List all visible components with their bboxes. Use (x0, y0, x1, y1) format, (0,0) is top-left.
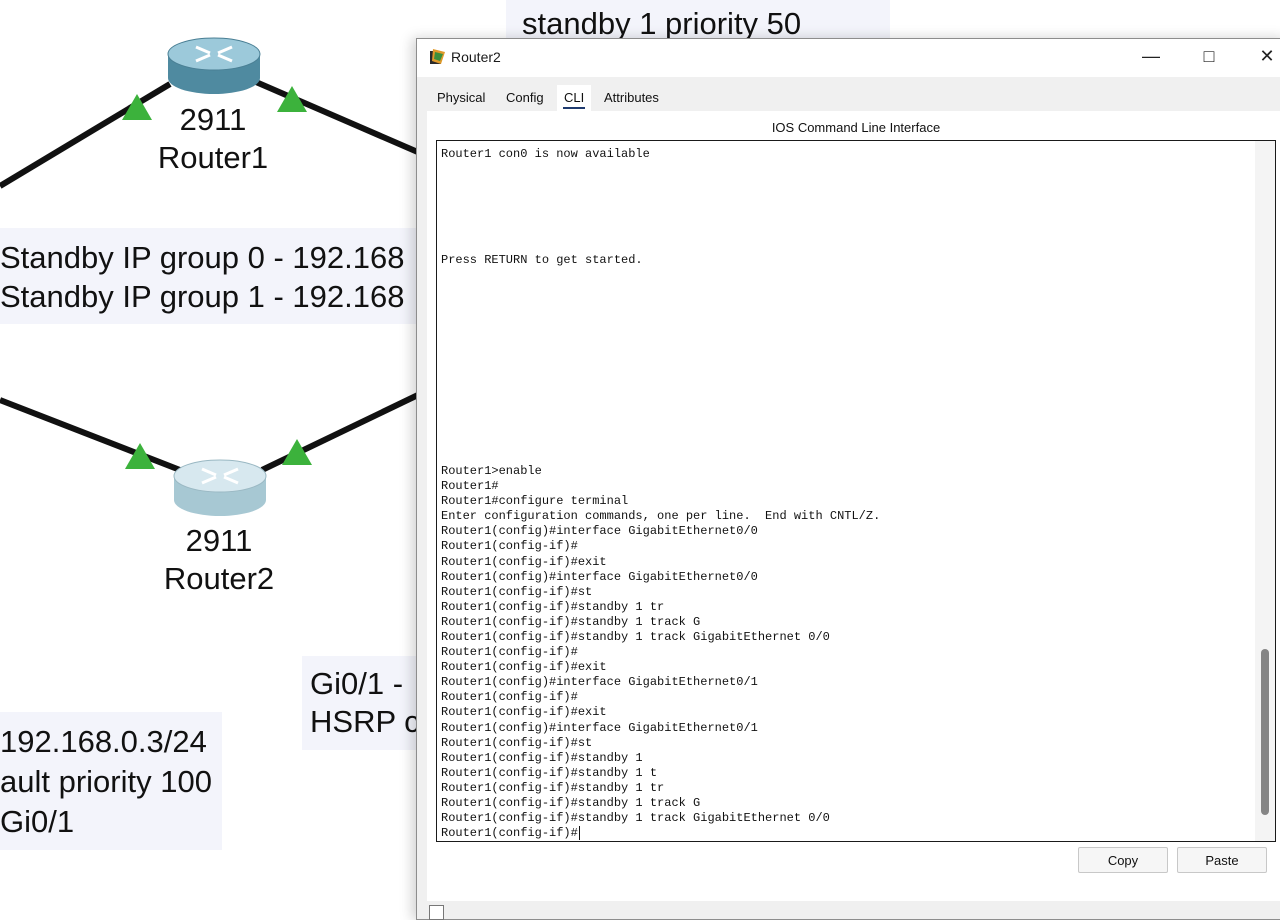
port-up-indicator (282, 439, 312, 465)
active-tab-underline (563, 107, 586, 109)
note-top[interactable]: standby 1 priority 50 (506, 0, 890, 38)
console-line: Router1#configure terminal (441, 494, 629, 509)
packet-tracer-icon (430, 49, 445, 64)
note-router2-config[interactable]: 192.168.0.3/24 ault priority 100 Gi0/1 (0, 712, 222, 850)
tab-cli[interactable]: CLI (557, 85, 592, 111)
note-top-text: standby 1 priority 50 (522, 6, 802, 38)
window-title: Router2 (451, 49, 501, 65)
maximize-button[interactable]: □ (1181, 39, 1237, 77)
router1-model: 2911 (179, 102, 247, 137)
cli-console[interactable]: Router1 con0 is now available Press RETUR… (436, 140, 1276, 842)
console-line: Enter configuration commands, one per li… (441, 509, 881, 524)
note-standby-groups[interactable]: Standby IP group 0 - 192.168 Standby IP … (0, 228, 418, 324)
paste-button[interactable]: Paste (1177, 847, 1267, 873)
console-line: Router1(config-if)#standby 1 tr (441, 599, 665, 614)
router1-icon[interactable] (164, 34, 264, 100)
console-line: Router1(config-if)#standby 1 track G (441, 614, 701, 629)
console-line: Router1>enable (441, 463, 542, 478)
note-gi01[interactable]: Gi0/1 - HSRP c (302, 656, 420, 750)
console-line: Router1(config-if)#standby 1 (441, 750, 643, 765)
minimize-button[interactable]: — (1123, 39, 1179, 77)
tab-attributes[interactable]: Attributes (597, 85, 666, 111)
console-line: Router1(config-if)#exit (441, 660, 607, 675)
note-line: Standby IP group 0 - 192.168 (0, 240, 405, 275)
link-router2-left[interactable] (0, 397, 182, 473)
scrollbar-thumb[interactable] (1261, 649, 1269, 815)
router2-model: 2911 (185, 523, 253, 558)
console-line: Router1(config)#interface GigabitEtherne… (441, 569, 758, 584)
note-line: Gi0/1 - (310, 666, 404, 701)
console-line: Router1(config)#interface GigabitEtherne… (441, 675, 758, 690)
console-line: Router1(config-if)#st (441, 735, 593, 750)
console-scrollbar[interactable] (1255, 141, 1275, 841)
note-line: 192.168.0.3/24 (0, 724, 207, 759)
note-line: ault priority 100 (0, 764, 212, 799)
console-line: Router1(config-if)# (441, 690, 578, 705)
router1-name: Router1 (157, 140, 269, 175)
text-cursor: ​ (578, 826, 580, 841)
console-line: Router1(config-if)#standby 1 tr (441, 780, 665, 795)
console-line: Router1# (441, 479, 499, 494)
close-button[interactable]: ✕ (1239, 39, 1280, 77)
window-titlebar[interactable]: Router2 — □ ✕ (417, 39, 1280, 77)
tab-physical[interactable]: Physical (430, 85, 492, 111)
close-icon: ✕ (1259, 46, 1275, 66)
console-line: Router1(config-if)#st (441, 584, 593, 599)
router2-name: Router2 (163, 561, 275, 596)
copy-button[interactable]: Copy (1078, 847, 1168, 873)
note-line: Standby IP group 1 - 192.168 (0, 279, 405, 314)
console-line: Router1(config-if)#standby 1 track Gigab… (441, 811, 830, 826)
note-line: Gi0/1 (0, 804, 75, 839)
router2-window[interactable]: Router2 — □ ✕ Physical Config CLI Attrib… (416, 38, 1280, 920)
console-line: Router1(config-if)#standby 1 t (441, 765, 658, 780)
console-output[interactable]: Router1 con0 is now available Press RETUR… (441, 147, 1251, 841)
note-line: HSRP c (310, 704, 420, 739)
cli-panel: IOS Command Line Interface Router1 con0 … (427, 111, 1280, 901)
console-line: Router1 con0 is now available (441, 147, 650, 161)
console-line: Router1(config-if)#​ (441, 826, 580, 841)
cli-header: IOS Command Line Interface (771, 120, 941, 135)
console-line: Router1(config-if)#standby 1 track G (441, 796, 701, 811)
minimize-icon: — (1142, 46, 1160, 66)
router2-icon[interactable] (170, 456, 270, 522)
tab-config[interactable]: Config (499, 85, 551, 111)
maximize-icon: □ (1203, 46, 1215, 66)
router1-label: 2911 Router1 (138, 101, 288, 177)
console-line: Router1(config)#interface GigabitEtherne… (441, 720, 758, 735)
console-line: Router1(config-if)#standby 1 track Gigab… (441, 630, 830, 644)
console-line: Router1(config-if)# (441, 539, 578, 554)
console-line: Press RETURN to get started. (441, 252, 643, 267)
console-line: Router1(config-if)#exit (441, 554, 607, 569)
tab-cli-label: CLI (564, 90, 585, 105)
console-line: Router1(config)#interface GigabitEtherne… (441, 524, 758, 539)
console-line: Router1(config-if)# (441, 645, 578, 660)
console-line: Router1(config-if)#exit (441, 705, 607, 720)
top-checkbox[interactable] (429, 905, 444, 920)
router2-label: 2911 Router2 (144, 522, 294, 598)
